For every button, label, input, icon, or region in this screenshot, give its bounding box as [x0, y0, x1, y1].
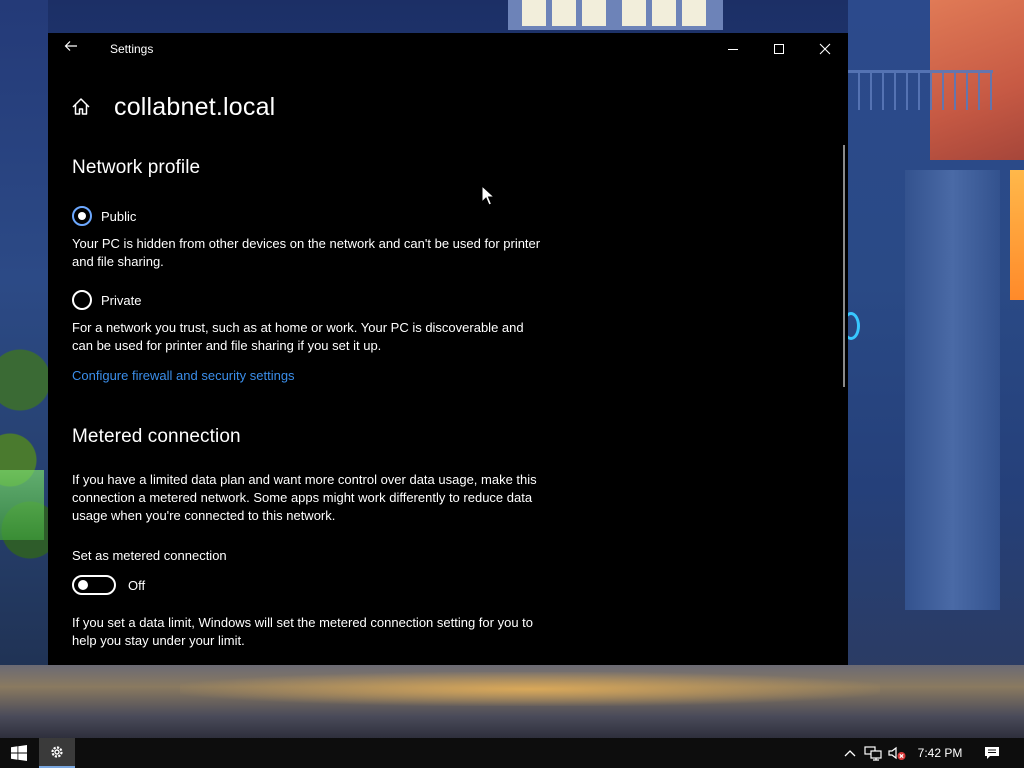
taskbar: 7:42 PM	[0, 738, 1024, 768]
radio-private[interactable]: Private	[72, 289, 542, 311]
wallpaper-foliage	[0, 300, 48, 600]
home-icon[interactable]	[70, 96, 92, 118]
private-description: For a network you trust, such as at home…	[72, 320, 524, 353]
wallpaper-window-glow	[1010, 170, 1024, 300]
metered-toggle-row[interactable]: Off	[72, 575, 542, 595]
radio-public-button[interactable]	[72, 206, 92, 226]
title-bar[interactable]: Settings	[48, 33, 848, 65]
back-arrow-icon	[64, 41, 77, 51]
close-icon	[819, 43, 831, 55]
tray-overflow-button[interactable]	[840, 738, 860, 768]
page-header: collabnet.local	[70, 89, 275, 125]
maximize-button[interactable]	[756, 33, 802, 65]
radio-private-label: Private	[101, 292, 142, 308]
public-description: Your PC is hidden from other devices on …	[72, 236, 541, 269]
page-title: collabnet.local	[114, 92, 276, 121]
radio-private-button[interactable]	[72, 290, 92, 310]
metered-toggle-state: Off	[128, 577, 146, 593]
radio-public[interactable]: Public	[72, 205, 542, 227]
window-title: Settings	[110, 42, 154, 56]
radio-public-label: Public	[101, 208, 137, 224]
settings-window: Settings collabnet.local Network profile…	[48, 33, 848, 665]
start-button[interactable]	[0, 738, 38, 768]
wallpaper-green-light	[0, 470, 44, 540]
metered-description: If you have a limited data plan and want…	[72, 472, 537, 523]
wallpaper-balcony-rail	[848, 70, 993, 110]
minimize-button[interactable]	[710, 33, 756, 65]
settings-gear-icon	[51, 746, 63, 758]
taskbar-settings-button[interactable]	[39, 738, 75, 768]
network-icon	[864, 746, 882, 761]
metered-toggle-label: Set as metered connection	[72, 548, 227, 563]
metered-toggle-switch[interactable]	[72, 575, 116, 595]
maximize-icon	[774, 44, 784, 54]
volume-muted-icon	[888, 746, 906, 760]
network-profile-heading: Network profile	[72, 157, 201, 178]
scrollbar[interactable]	[843, 145, 845, 387]
action-center-button[interactable]	[978, 738, 1006, 768]
notification-icon	[985, 747, 999, 759]
wallpaper-floor-glow	[180, 672, 880, 706]
firewall-settings-link[interactable]: Configure firewall and security settings	[72, 368, 542, 383]
metered-connection-heading: Metered connection	[72, 426, 241, 447]
chevron-up-icon	[844, 750, 856, 757]
minimize-icon	[728, 48, 738, 50]
data-limit-description: If you set a data limit, Windows will se…	[72, 615, 533, 648]
tray-volume-button[interactable]	[886, 738, 908, 768]
mouse-cursor-icon	[481, 185, 495, 206]
close-button[interactable]	[802, 33, 848, 65]
settings-content: Network profile Public Your PC is hidden…	[72, 153, 542, 650]
taskbar-clock[interactable]: 7:42 PM	[910, 738, 970, 768]
start-icon	[11, 745, 27, 761]
tray-network-button[interactable]	[862, 738, 884, 768]
back-button[interactable]	[58, 37, 84, 61]
wallpaper-pillar	[905, 170, 1000, 610]
wallpaper-top-windows	[508, 0, 723, 30]
